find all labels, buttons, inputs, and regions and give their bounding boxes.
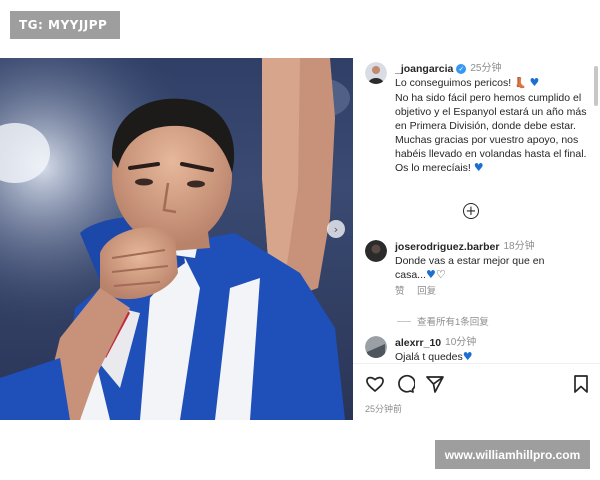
player-photo-illustration [0, 58, 353, 420]
post-photo[interactable]: › [0, 58, 353, 420]
caption-line-1: Lo conseguimos pericos! [395, 77, 515, 89]
blue-heart-icon: ♥ [425, 268, 436, 281]
divider-line [397, 320, 411, 322]
watermark-top-badge: TG: MYYJJPP [10, 11, 120, 39]
share-icon[interactable] [425, 374, 445, 394]
blue-heart-icon: ♥ [462, 350, 473, 363]
plus-circle-icon[interactable]: + [463, 203, 479, 219]
comment-time: 18分钟 [503, 241, 535, 252]
comment-item: alexrr_10 10分钟 Ojalá t quedes♥ [365, 336, 591, 363]
boot-emoji-icon: 👢 [514, 78, 527, 89]
author-username[interactable]: _joangarcia [395, 62, 453, 76]
comment-body: joserodriguez.barber 18分钟 Donde vas a es… [395, 240, 591, 299]
blue-heart-icon: ♥ [473, 161, 484, 174]
blue-heart-icon: ♥ [529, 76, 540, 89]
commenter-username[interactable]: joserodriguez.barber [395, 240, 499, 254]
watermark-bottom-badge: www.williamhillpro.com [435, 440, 590, 469]
author-caption-header: _joangarcia ✓ 25分钟 [395, 62, 591, 76]
comment-header: joserodriguez.barber 18分钟 [395, 240, 591, 254]
comment-text: Ojalá t quedes♥ [395, 350, 591, 363]
like-comment-button[interactable]: 赞 [395, 286, 405, 297]
verified-badge-icon: ✓ [456, 64, 467, 74]
author-time: 25分钟 [470, 63, 502, 74]
bookmark-icon[interactable] [571, 374, 591, 394]
caption-rest: No ha sido fácil pero hemos cumplido el … [395, 92, 587, 174]
scrollbar[interactable] [594, 66, 598, 106]
post-timestamp: 25分钟前 [365, 404, 403, 414]
commenter-avatar-image [365, 336, 387, 358]
author-caption: _joangarcia ✓ 25分钟 Lo conseguimos perico… [365, 62, 591, 175]
commenter-avatar[interactable] [365, 336, 387, 358]
heart-icon[interactable] [365, 374, 385, 394]
post-footer: 25分钟前 [353, 363, 600, 420]
view-replies-label: 查看所有1条回复 [417, 317, 489, 328]
comments-panel: _joangarcia ✓ 25分钟 Lo conseguimos perico… [353, 58, 600, 420]
author-avatar-image [365, 62, 387, 84]
caption-text: Lo conseguimos pericos! 👢 ♥ No ha sido f… [395, 76, 591, 175]
comment-text-content: Donde vas a estar mejor que en casa... [395, 255, 545, 281]
commenter-username[interactable]: alexrr_10 [395, 336, 441, 350]
view-replies-link[interactable]: 查看所有1条回复 [397, 314, 489, 328]
commenter-avatar[interactable] [365, 240, 387, 262]
comment-text: Donde vas a estar mejor que en casa...♥♡ [395, 254, 591, 282]
author-caption-body: _joangarcia ✓ 25分钟 Lo conseguimos perico… [395, 62, 591, 175]
white-heart-icon: ♡ [435, 268, 446, 281]
comment-header: alexrr_10 10分钟 [395, 336, 591, 350]
comment-body: alexrr_10 10分钟 Ojalá t quedes♥ [395, 336, 591, 363]
comments-scroll-area[interactable]: _joangarcia ✓ 25分钟 Lo conseguimos perico… [353, 58, 600, 363]
comment-text-content: Ojalá t quedes [395, 351, 463, 363]
comment-icon[interactable] [395, 374, 415, 394]
instagram-post: › _joangarcia ✓ 25分钟 Lo conseguimos peri… [0, 58, 600, 420]
comment-item: joserodriguez.barber 18分钟 Donde vas a es… [365, 240, 591, 299]
post-actions-bar [365, 374, 591, 394]
comment-actions: 赞 回复 [395, 285, 591, 299]
comment-time: 10分钟 [445, 337, 477, 348]
reply-button[interactable]: 回复 [417, 286, 436, 297]
commenter-avatar-image [365, 240, 387, 262]
author-avatar[interactable] [365, 62, 387, 84]
carousel-next-button[interactable]: › [327, 220, 345, 238]
